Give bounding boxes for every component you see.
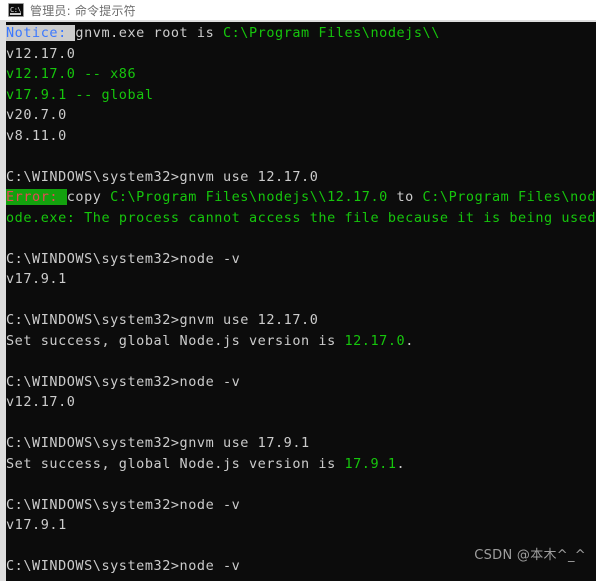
terminal-line: v20.7.0 <box>6 105 596 126</box>
terminal-text-segment: copy <box>66 189 111 205</box>
terminal-text-segment: gnvm.exe root is <box>75 25 223 41</box>
terminal-text-segment: C:\WINDOWS\system32>node -v <box>6 373 241 390</box>
terminal-line: ode.exe: The process cannot access the f… <box>6 208 596 229</box>
terminal-line: v12.17.0 <box>6 392 596 413</box>
terminal-line: Notice: gnvm.exe root is C:\Program File… <box>6 23 596 44</box>
terminal-line: v17.9.1 <box>6 577 596 581</box>
terminal-text-segment: v12.17.0 <box>6 45 76 62</box>
cmd-icon-bar <box>10 13 21 15</box>
terminal-text-segment: C:\WINDOWS\system32>gnvm use 17.9.1 <box>6 435 310 451</box>
terminal-lines: Notice: gnvm.exe root is C:\Program File… <box>6 22 596 581</box>
terminal-line: v17.9.1 <box>6 515 596 536</box>
terminal-text-segment: v8.11.0 <box>6 127 67 144</box>
csdn-watermark: CSDN @本木^_^ <box>474 548 586 563</box>
terminal-text-segment: v12.17.0 <box>6 394 76 410</box>
terminal-text-segment: C:\Program Files\nodejs\\ <box>422 189 596 205</box>
terminal-text-segment: ode.exe: <box>6 209 85 226</box>
title-bar[interactable]: C:\ 管理员: 命令提示符 <box>0 0 596 20</box>
terminal-text-segment: C:\WINDOWS\system32>gnvm use 12.17.0 <box>6 168 319 185</box>
terminal-text-segment: The process cannot access the file becau… <box>84 209 596 226</box>
terminal-text-segment: C:\WINDOWS\system32>node -v <box>6 558 241 574</box>
terminal-line: v8.11.0 <box>6 126 596 147</box>
terminal-line: v17.9.1 -- global <box>6 85 596 106</box>
terminal-text-segment: to <box>387 189 423 205</box>
terminal-line: C:\WINDOWS\system32>gnvm use 12.17.0 <box>6 167 596 188</box>
terminal-text-segment: v17.9.1 <box>6 271 67 287</box>
terminal-line: C:\WINDOWS\system32>node -v <box>6 372 596 393</box>
terminal-line: C:\WINDOWS\system32>gnvm use 17.9.1 <box>6 433 596 454</box>
terminal-text-segment: v20.7.0 <box>6 107 67 123</box>
terminal-text-segment: v17.9.1 <box>6 517 67 533</box>
terminal-text-segment: C:\Program Files\nodejs\\ <box>222 25 440 41</box>
window-title: 管理员: 命令提示符 <box>30 3 136 18</box>
terminal-line: Set success, global Node.js version is 1… <box>6 454 596 475</box>
terminal-line: v17.9.1 <box>6 269 596 290</box>
terminal-text-segment: . <box>396 455 406 472</box>
terminal-output-area[interactable]: Notice: gnvm.exe root is C:\Program File… <box>6 22 596 581</box>
terminal-line: v12.17.0 <box>6 44 596 65</box>
terminal-text-segment: Set success, global Node.js version is <box>6 455 345 472</box>
terminal-line: C:\WINDOWS\system32>node -v <box>6 249 596 270</box>
console-frame: Notice: gnvm.exe root is C:\Program File… <box>0 20 596 581</box>
terminal-text-segment: C:\WINDOWS\system32>node -v <box>6 250 241 267</box>
terminal-text-segment: C:\WINDOWS\system32>gnvm use 12.17.0 <box>6 312 319 328</box>
terminal-text-segment: Notice: <box>6 25 76 41</box>
terminal-line: v12.17.0 -- x86 <box>6 64 596 85</box>
terminal-text-segment: Set success, global Node.js version is <box>6 332 345 349</box>
terminal-line: Set success, global Node.js version is 1… <box>6 331 596 352</box>
terminal-line: C:\WINDOWS\system32>node -v <box>6 495 596 516</box>
terminal-line: Error: copy C:\Program Files\nodejs\\12.… <box>6 187 596 208</box>
terminal-text-segment: 12.17.0 <box>344 332 406 349</box>
command-prompt-window: C:\ 管理员: 命令提示符 Notice: gnvm.exe root is … <box>0 0 596 581</box>
terminal-text-segment: v17.9.1 -- global <box>6 86 154 103</box>
terminal-text-segment: Error: <box>6 189 67 205</box>
terminal-text-segment: C:\WINDOWS\system32>node -v <box>6 496 241 513</box>
terminal-line: C:\WINDOWS\system32>gnvm use 12.17.0 <box>6 310 596 331</box>
terminal-text-segment: 17.9.1 <box>344 455 397 472</box>
terminal-text-segment: v12.17.0 -- x86 <box>6 66 137 82</box>
terminal-text-segment: . <box>405 332 414 349</box>
terminal-text-segment: C:\Program Files\nodejs\\12.17.0 <box>110 189 388 205</box>
cmd-icon: C:\ <box>8 3 24 17</box>
